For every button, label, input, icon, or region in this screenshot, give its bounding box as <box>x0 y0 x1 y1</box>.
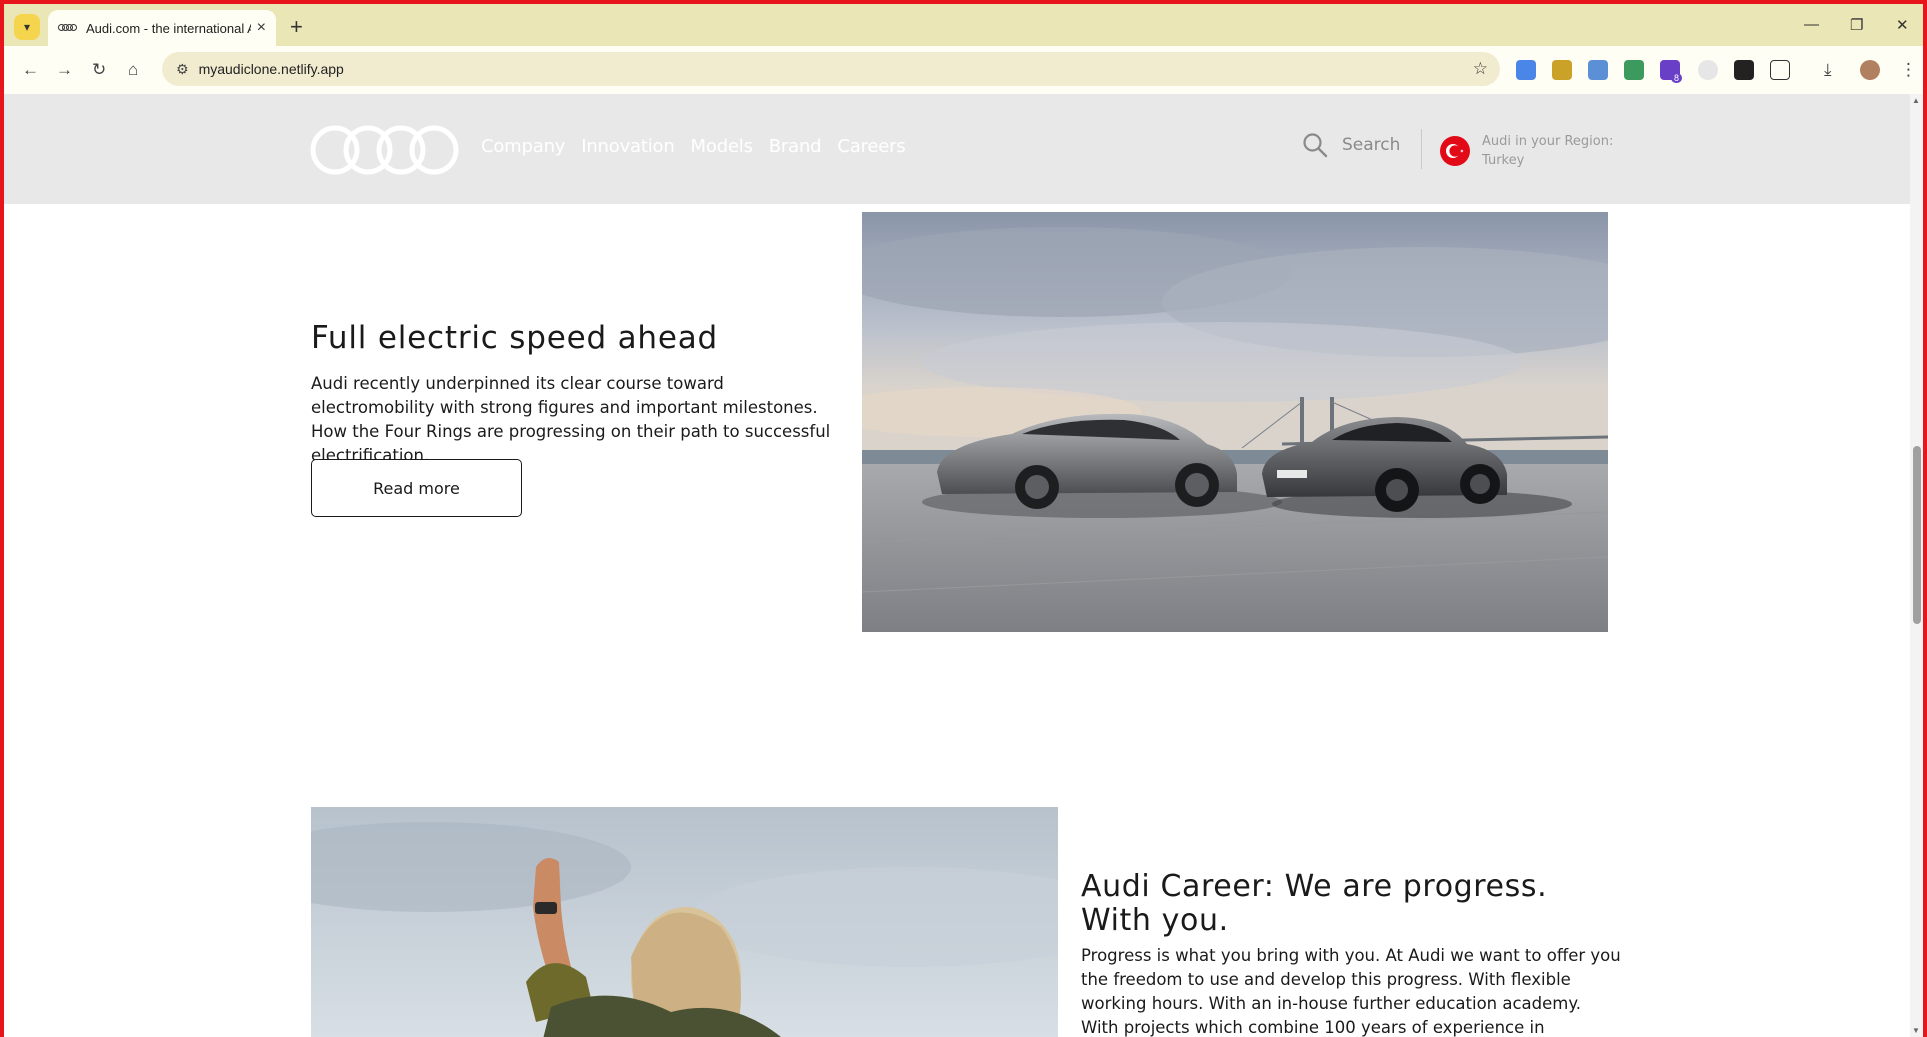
main-nav: Company Innovation Models Brand Careers <box>481 136 906 157</box>
region-country: Turkey <box>1482 153 1525 168</box>
nav-innovation[interactable]: Innovation <box>581 136 675 157</box>
search-label: Search <box>1342 135 1401 155</box>
menu-kebab-icon[interactable]: ⋮ <box>1900 60 1917 80</box>
translate-extension-icon[interactable] <box>1516 60 1536 80</box>
profile-avatar[interactable] <box>1860 60 1880 80</box>
reload-icon[interactable]: ↻ <box>92 60 106 80</box>
close-window-icon[interactable]: ✕ <box>1896 16 1909 34</box>
header-divider <box>1421 129 1422 169</box>
address-bar[interactable]: ⚙ myaudiclone.netlify.app ☆ <box>162 52 1500 86</box>
nav-brand[interactable]: Brand <box>769 136 822 157</box>
nav-careers[interactable]: Careers <box>837 136 905 157</box>
reader-extension-icon[interactable] <box>1588 60 1608 80</box>
page-viewport: Company Innovation Models Brand Careers … <box>4 94 1910 1037</box>
feature-body: Audi recently underpinned its clear cour… <box>311 374 831 465</box>
url-text: myaudiclone.netlify.app <box>198 61 344 77</box>
color-picker-extension-icon[interactable] <box>1734 60 1754 80</box>
browser-tab[interactable]: Audi.com - the international Au × <box>48 10 276 46</box>
region-label: Audi in your Region: <box>1482 134 1614 149</box>
wallet-extension-icon[interactable] <box>1552 60 1572 80</box>
chevron-down-icon: ▾ <box>23 20 31 34</box>
electric-cars-image <box>862 212 1608 632</box>
audi-favicon-icon <box>58 23 77 33</box>
forward-icon[interactable]: → <box>56 60 73 80</box>
scroll-up-icon[interactable]: ▲ <box>1912 96 1920 105</box>
site-header: Company Innovation Models Brand Careers … <box>4 94 1910 204</box>
read-more-button[interactable]: Read more <box>311 459 522 517</box>
career-title: Audi Career: We are progress. With you. <box>1081 869 1548 938</box>
feature-title: Full electric speed ahead <box>311 320 718 356</box>
browser-tab-bar: ▾ Audi.com - the international Au × + — … <box>4 4 1923 46</box>
close-tab-icon[interactable]: × <box>257 19 266 37</box>
scroll-down-icon[interactable]: ▼ <box>1912 1026 1920 1035</box>
home-icon[interactable]: ⌂ <box>128 60 138 80</box>
nav-models[interactable]: Models <box>691 136 753 157</box>
calendar-extension-icon[interactable] <box>1624 60 1644 80</box>
scroll-thumb[interactable] <box>1913 446 1921 624</box>
search-icon <box>1303 133 1328 158</box>
nav-company[interactable]: Company <box>481 136 565 157</box>
extension-badge: 8 <box>1671 73 1683 83</box>
back-icon[interactable]: ← <box>22 60 39 80</box>
site-info-icon[interactable]: ⚙ <box>176 61 189 78</box>
tab-search-button[interactable]: ▾ <box>14 14 40 40</box>
career-image <box>311 807 1058 1037</box>
region-selector[interactable]: Audi in your Region: Turkey <box>1440 132 1613 170</box>
page-scrollbar[interactable]: ▲ ▼ <box>1910 94 1923 1037</box>
restore-icon[interactable]: ❐ <box>1850 16 1863 34</box>
download-icon[interactable]: ⤓ <box>1824 60 1832 80</box>
career-body: Progress is what you bring with you. At … <box>1081 946 1621 1037</box>
extensions-puzzle-icon[interactable] <box>1770 60 1790 80</box>
tab-title: Audi.com - the international Au <box>86 20 251 36</box>
browser-toolbar: ← → ↻ ⌂ ⚙ myaudiclone.netlify.app ☆ 8 ⤓ … <box>4 46 1923 94</box>
audi-rings-logo[interactable] <box>309 124 461 176</box>
clock-extension-icon[interactable] <box>1698 60 1718 80</box>
minimize-icon[interactable]: — <box>1804 16 1819 33</box>
search-button[interactable]: Search <box>1302 132 1400 158</box>
new-tab-icon[interactable]: + <box>290 14 303 40</box>
bookmark-star-icon[interactable]: ☆ <box>1473 59 1488 79</box>
turkey-flag-icon <box>1440 136 1470 166</box>
